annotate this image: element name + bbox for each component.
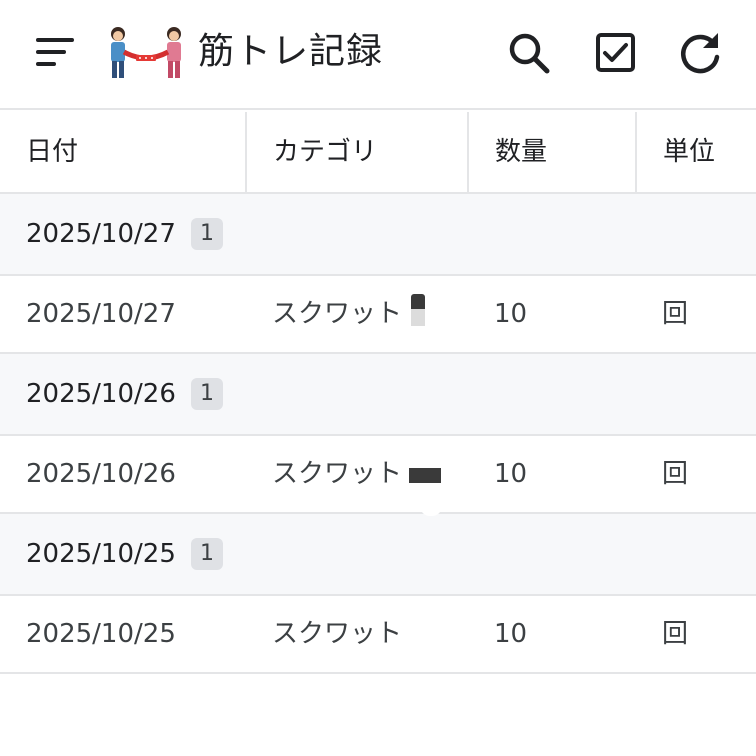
- group-count-badge: 1: [191, 538, 223, 570]
- tug-of-war-icon: [106, 24, 186, 80]
- cell-category: スクワット: [272, 619, 403, 649]
- select-button[interactable]: [590, 27, 642, 79]
- group-header[interactable]: 2025/10/25 1: [0, 514, 756, 596]
- group-header[interactable]: 2025/10/26 1: [0, 354, 756, 436]
- cell-date: 2025/10/25: [26, 619, 176, 649]
- cursor-marker: [409, 468, 441, 483]
- cursor-marker: [410, 294, 426, 328]
- refresh-button[interactable]: [674, 27, 726, 79]
- menu-icon[interactable]: [30, 30, 80, 74]
- records-table: 日付 カテゴリ 数量 単位 2025/10/27 1 2025/10/27 スク…: [0, 112, 756, 674]
- cell-quantity: 10: [494, 299, 528, 329]
- table-row[interactable]: 2025/10/27 スクワット 10 回: [0, 276, 756, 354]
- search-icon: [509, 33, 550, 74]
- cell-date: 2025/10/27: [26, 299, 176, 329]
- column-header-quantity[interactable]: 数量: [467, 112, 635, 192]
- cell-unit: 回: [662, 299, 689, 329]
- group-date: 2025/10/25: [26, 539, 176, 569]
- group-header[interactable]: 2025/10/27 1: [0, 194, 756, 276]
- group-date: 2025/10/27: [26, 219, 176, 249]
- table-row[interactable]: 2025/10/26 スクワット 10 回: [0, 436, 756, 514]
- refresh-icon: [681, 33, 720, 74]
- search-button[interactable]: [503, 27, 555, 79]
- app-title: 筋トレ記録: [198, 31, 384, 72]
- table-header: 日付 カテゴリ 数量 単位: [0, 112, 756, 194]
- cell-date: 2025/10/26: [26, 459, 176, 489]
- group-date: 2025/10/26: [26, 379, 176, 409]
- table-row[interactable]: 2025/10/25 スクワット 10 回: [0, 596, 756, 674]
- group-count-badge: 1: [191, 378, 223, 410]
- cell-unit: 回: [662, 459, 689, 489]
- cell-quantity: 10: [494, 619, 528, 649]
- app-bar: 筋トレ記録: [0, 0, 756, 110]
- group-count-badge: 1: [191, 218, 223, 250]
- cell-category: スクワット: [272, 299, 403, 329]
- column-header-date[interactable]: 日付: [0, 112, 245, 192]
- column-header-category[interactable]: カテゴリ: [245, 112, 467, 192]
- checkbox-icon: [596, 33, 635, 72]
- cell-unit: 回: [662, 619, 689, 649]
- column-header-unit[interactable]: 単位: [635, 112, 756, 192]
- cell-category: スクワット: [272, 459, 403, 489]
- cell-quantity: 10: [494, 459, 528, 489]
